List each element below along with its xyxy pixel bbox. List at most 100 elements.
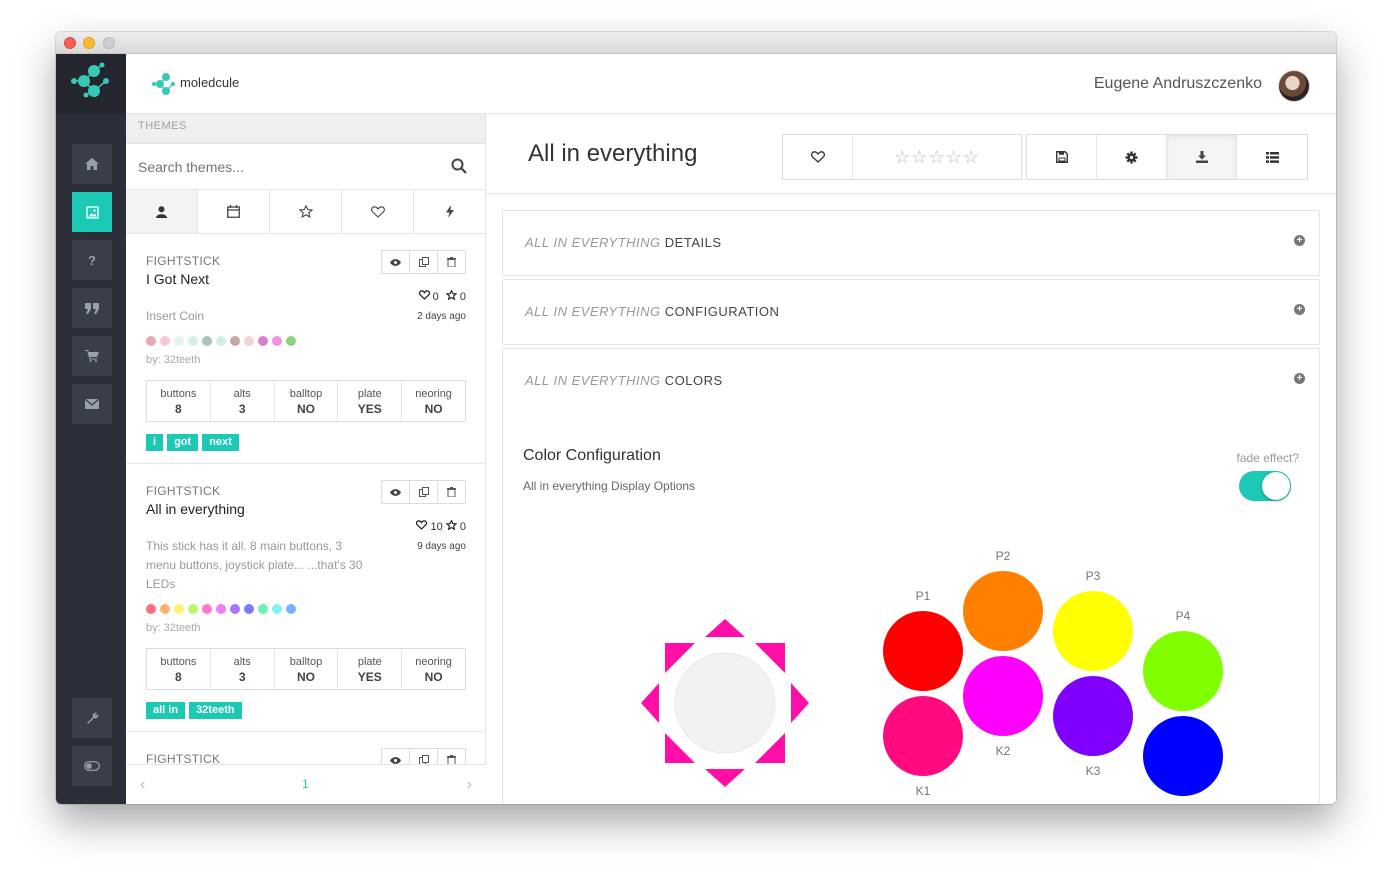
tab-mine[interactable]: [126, 190, 198, 233]
rail-help-button[interactable]: ?: [72, 240, 112, 280]
next-page-button[interactable]: ›: [467, 776, 472, 794]
tag[interactable]: next: [202, 434, 239, 451]
tab-liked[interactable]: [342, 190, 414, 233]
spec-value: YES: [357, 402, 382, 416]
expand-icon[interactable]: +: [1294, 304, 1305, 315]
eye-icon: [390, 488, 401, 496]
joystick-down-direction[interactable]: [705, 769, 745, 787]
star-icon[interactable]: ☆: [928, 147, 945, 168]
panel-title[interactable]: ALL IN EVERYTHING DETAILS: [525, 235, 722, 250]
spec-plate: plate YES: [338, 381, 403, 421]
star-rating[interactable]: ☆ ☆ ☆ ☆ ☆: [853, 135, 1021, 179]
delete-button[interactable]: [437, 480, 466, 504]
card-author[interactable]: by: 32teeth: [146, 622, 466, 634]
tag[interactable]: 32teeth: [189, 702, 242, 719]
star-icon[interactable]: ☆: [894, 147, 911, 168]
preview-button[interactable]: [381, 748, 410, 764]
card-author[interactable]: by: 32teeth: [146, 354, 466, 366]
page-number[interactable]: 1: [302, 777, 309, 791]
zoom-window-button[interactable]: [103, 37, 115, 49]
card-tags: all in 32teeth: [146, 702, 466, 719]
prev-page-button[interactable]: ‹: [140, 776, 145, 794]
avatar[interactable]: [1278, 70, 1310, 102]
joystick-up-direction[interactable]: [705, 619, 745, 637]
molecule-logo-icon: [71, 62, 109, 98]
spec-neoring: neoring NO: [402, 649, 465, 689]
settings-button[interactable]: [1097, 135, 1167, 179]
brand-name[interactable]: moledcule: [180, 75, 239, 90]
home-icon: [85, 158, 99, 170]
panel-title[interactable]: ALL IN EVERYTHING COLORS: [525, 373, 723, 388]
button-k3[interactable]: [1053, 676, 1133, 756]
color-swatch: [286, 336, 296, 346]
preview-button[interactable]: [381, 250, 410, 274]
minimize-window-button[interactable]: [83, 37, 95, 49]
title-bar: [56, 32, 1336, 54]
theme-card[interactable]: FIGHTSTICK All in everything 10 0 9 days…: [126, 464, 486, 732]
save-button[interactable]: [1027, 135, 1097, 179]
button-p4[interactable]: [1143, 631, 1223, 711]
rail-home-button[interactable]: [72, 144, 112, 184]
calendar-icon: [227, 205, 240, 218]
list-view-button[interactable]: [1237, 135, 1307, 179]
star-icon[interactable]: ☆: [911, 147, 928, 168]
color-swatch: [230, 336, 240, 346]
tag[interactable]: got: [167, 434, 199, 451]
button-k2[interactable]: [963, 656, 1043, 736]
tab-popular[interactable]: [414, 190, 485, 233]
theme-card[interactable]: FIGHTSTICK I Got Next 0 0 2 days ago Ins…: [126, 234, 486, 464]
preview-button[interactable]: [381, 480, 410, 504]
configuration-panel[interactable]: ALL IN EVERYTHING CONFIGURATION +: [502, 279, 1320, 345]
joystick-ball[interactable]: [674, 652, 776, 754]
expand-icon[interactable]: +: [1294, 235, 1305, 246]
rail-toggle-button[interactable]: [72, 746, 112, 786]
fade-effect-toggle[interactable]: [1239, 471, 1291, 501]
duplicate-button[interactable]: [409, 748, 438, 764]
star-icon[interactable]: ☆: [946, 147, 963, 168]
rail-mail-button[interactable]: [72, 384, 112, 424]
like-count: 10: [430, 521, 443, 533]
button-k4[interactable]: [1143, 716, 1223, 796]
button-label-k3: K3: [1085, 764, 1101, 778]
delete-button[interactable]: [437, 748, 466, 764]
save-icon: [1055, 151, 1068, 163]
button-p2[interactable]: [963, 571, 1043, 651]
tag[interactable]: i: [146, 434, 164, 451]
rail-settings-button[interactable]: [72, 698, 112, 738]
rail-quotes-button[interactable]: [72, 288, 112, 328]
details-panel[interactable]: ALL IN EVERYTHING DETAILS +: [502, 210, 1320, 276]
spec-label: alts: [233, 388, 251, 400]
joystick-left-direction[interactable]: [641, 683, 659, 723]
user-icon: [156, 205, 167, 218]
panel-title[interactable]: ALL IN EVERYTHING CONFIGURATION: [525, 304, 779, 319]
like-button[interactable]: [783, 135, 853, 179]
tag[interactable]: all in: [146, 702, 186, 719]
download-button[interactable]: [1167, 135, 1237, 179]
search-icon[interactable]: [451, 158, 467, 174]
star-icon[interactable]: ☆: [963, 147, 980, 168]
duplicate-button[interactable]: [409, 250, 438, 274]
rail-themes-button[interactable]: [72, 192, 112, 232]
duplicate-button[interactable]: [409, 480, 438, 504]
theme-card[interactable]: FIGHTSTICK: [126, 732, 486, 764]
user-name[interactable]: Eugene Andruszczenko: [1094, 75, 1262, 93]
button-p1[interactable]: [883, 611, 963, 691]
eye-icon: [390, 258, 401, 266]
card-stats: 10 0 9 days ago: [416, 519, 466, 552]
button-p3[interactable]: [1053, 591, 1133, 671]
expand-icon[interactable]: +: [1294, 373, 1305, 384]
button-k1[interactable]: [883, 696, 963, 776]
delete-button[interactable]: [437, 250, 466, 274]
toggle-knob[interactable]: [1262, 472, 1290, 500]
close-window-button[interactable]: [64, 37, 76, 49]
joystick-right-direction[interactable]: [791, 683, 809, 723]
spec-label: plate: [357, 388, 382, 400]
rail-cart-button[interactable]: [72, 336, 112, 376]
card-tags: i got next: [146, 434, 466, 451]
tab-recent[interactable]: [198, 190, 270, 233]
app-logo[interactable]: [56, 54, 126, 114]
tab-starred[interactable]: [270, 190, 342, 233]
gear-icon: [1125, 151, 1138, 163]
search-input[interactable]: [126, 144, 446, 189]
card-description: This stick has it all. 8 main buttons, 3…: [146, 539, 363, 591]
